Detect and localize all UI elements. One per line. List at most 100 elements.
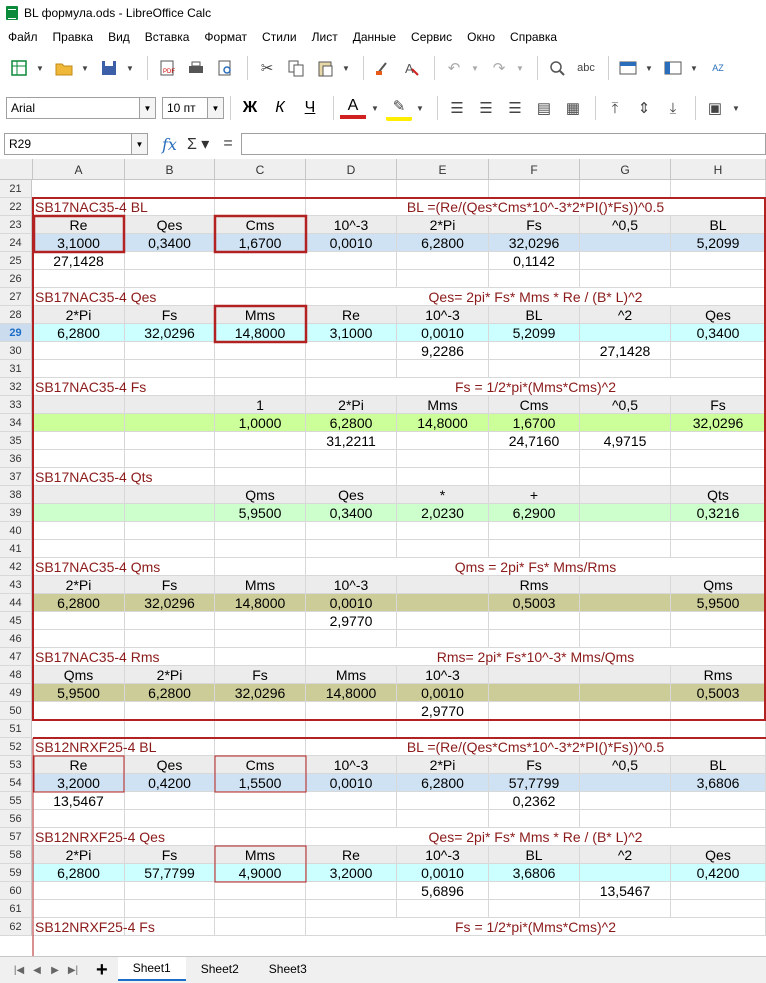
cell-h50[interactable] — [671, 702, 766, 720]
cell-a54[interactable]: 3,2000 — [33, 774, 125, 792]
cell-g35[interactable]: 4,9715 — [580, 432, 671, 450]
merge-cells-icon[interactable]: ▦ — [560, 95, 586, 121]
cell-b62[interactable] — [125, 918, 215, 936]
cell-f26[interactable] — [489, 270, 580, 288]
cell-h34[interactable]: 32,0296 — [671, 414, 766, 432]
cell-e45[interactable] — [397, 612, 489, 630]
cell-e60[interactable]: 5,6896 — [397, 882, 489, 900]
cell-b33[interactable] — [125, 396, 215, 414]
cell-d62[interactable]: Fs = 1/2*pi*(Mms*Cms)^2 — [306, 918, 766, 936]
cell-a47[interactable]: SB17NAC35-4 Rms — [33, 648, 160, 666]
cell-b35[interactable] — [125, 432, 215, 450]
cell-e28[interactable]: 10^-3 — [397, 306, 489, 324]
cell-e48[interactable]: 10^-3 — [397, 666, 489, 684]
cell-c36[interactable] — [215, 450, 306, 468]
cell-d53[interactable]: 10^-3 — [306, 756, 397, 774]
save-dropdown-icon[interactable]: ▼ — [125, 55, 135, 81]
sheet-tab-sheet2[interactable]: Sheet2 — [186, 957, 254, 981]
cell-c26[interactable] — [215, 270, 306, 288]
cell-d26[interactable] — [306, 270, 397, 288]
cell-h61[interactable] — [671, 900, 766, 918]
cell-d48[interactable]: Mms — [306, 666, 397, 684]
cell-b60[interactable] — [125, 882, 215, 900]
cell-d61[interactable] — [306, 900, 397, 918]
cell-e50[interactable]: 2,9770 — [397, 702, 489, 720]
cell-g31[interactable] — [580, 360, 671, 378]
row-header[interactable]: 59 — [0, 864, 32, 882]
column-dropdown-icon[interactable]: ▼ — [689, 55, 699, 81]
cell-e25[interactable] — [397, 252, 489, 270]
chevron-down-icon[interactable]: ▼ — [139, 98, 155, 118]
row-header[interactable]: 29 — [0, 324, 32, 342]
cell-e51[interactable] — [397, 720, 489, 738]
cell-d42[interactable]: Qms = 2pi* Fs* Mms/Rms — [306, 558, 766, 576]
cell-a22[interactable]: SB17NAC35-4 BL — [33, 198, 148, 216]
copy-icon[interactable] — [283, 55, 309, 81]
cell-e41[interactable] — [397, 540, 489, 558]
cell-d52[interactable]: BL =(Re/(Qes*Cms*10^-3*2*PI()*Fs))^0.5 — [306, 738, 766, 756]
cell-f38[interactable]: + — [489, 486, 580, 504]
sum-icon[interactable]: Σ ▾ — [187, 134, 209, 154]
cell-h24[interactable]: 5,2099 — [671, 234, 766, 252]
cell-d51[interactable] — [306, 720, 397, 738]
cell-a35[interactable] — [33, 432, 125, 450]
row-header[interactable]: 27 — [0, 288, 32, 306]
cell-f39[interactable]: 6,2900 — [489, 504, 580, 522]
row-header[interactable]: 23 — [0, 216, 32, 234]
row-header[interactable]: 40 — [0, 522, 32, 540]
cell-c25[interactable] — [215, 252, 306, 270]
cell-a43[interactable]: 2*Pi — [33, 576, 125, 594]
row-header[interactable]: 55 — [0, 792, 32, 810]
prev-sheet-icon[interactable]: ◀ — [28, 960, 46, 980]
cell-g50[interactable] — [580, 702, 671, 720]
wrap-text-icon[interactable]: ▤ — [531, 95, 557, 121]
cell-h53[interactable]: BL — [671, 756, 766, 774]
row-header[interactable]: 61 — [0, 900, 32, 918]
cell-b39[interactable] — [125, 504, 215, 522]
menu-insert[interactable]: Вставка — [145, 30, 190, 44]
cell-h36[interactable] — [671, 450, 766, 468]
cell-a41[interactable] — [33, 540, 125, 558]
cell-g33[interactable]: ^0,5 — [580, 396, 671, 414]
cell-f51[interactable] — [489, 720, 580, 738]
menu-file[interactable]: Файл — [8, 30, 38, 44]
cell-a39[interactable] — [33, 504, 125, 522]
cell-b40[interactable] — [125, 522, 215, 540]
number-format-icon[interactable]: ▣ — [702, 95, 728, 121]
align-center-icon[interactable]: ☰ — [473, 95, 499, 121]
row-header[interactable]: 46 — [0, 630, 32, 648]
cell-d56[interactable] — [306, 810, 397, 828]
cell-b28[interactable]: Fs — [125, 306, 215, 324]
cell-a37[interactable]: SB17NAC35-4 Qts — [33, 468, 153, 486]
cell-a53[interactable]: Re — [33, 756, 125, 774]
cell-h59[interactable]: 0,4200 — [671, 864, 766, 882]
cell-a61[interactable] — [33, 900, 125, 918]
open-folder-icon[interactable] — [51, 55, 77, 81]
cell-a29[interactable]: 6,2800 — [33, 324, 125, 342]
cell-c34[interactable]: 1,0000 — [215, 414, 306, 432]
row-header[interactable]: 50 — [0, 702, 32, 720]
paste-icon[interactable] — [312, 55, 338, 81]
cell-e54[interactable]: 6,2800 — [397, 774, 489, 792]
column-header-e[interactable]: E — [397, 159, 489, 180]
cell-c29[interactable]: 14,8000 — [215, 324, 306, 342]
cell-d58[interactable]: Re — [306, 846, 397, 864]
cell-h29[interactable]: 0,3400 — [671, 324, 766, 342]
cell-h25[interactable] — [671, 252, 766, 270]
cell-e36[interactable] — [397, 450, 489, 468]
row-header[interactable]: 22 — [0, 198, 32, 216]
cell-h35[interactable] — [671, 432, 766, 450]
cell-b26[interactable] — [125, 270, 215, 288]
cell-f24[interactable]: 32,0296 — [489, 234, 580, 252]
cell-c40[interactable] — [215, 522, 306, 540]
font-color-dropdown-icon[interactable]: ▼ — [370, 95, 380, 121]
cell-b47[interactable] — [125, 648, 215, 666]
cell-c42[interactable] — [215, 558, 306, 576]
menu-view[interactable]: Вид — [108, 30, 130, 44]
cell-h26[interactable] — [671, 270, 766, 288]
spreadsheet-grid[interactable]: ABCDEFGH 21 22 SB17NAC35-4 BL BL =(Re/(Qes*… — [0, 159, 766, 956]
cut-icon[interactable]: ✂ — [254, 55, 280, 81]
cell-g21[interactable] — [580, 180, 671, 198]
sheet-tab-sheet1[interactable]: Sheet1 — [117, 957, 186, 981]
cell-c30[interactable] — [215, 342, 306, 360]
